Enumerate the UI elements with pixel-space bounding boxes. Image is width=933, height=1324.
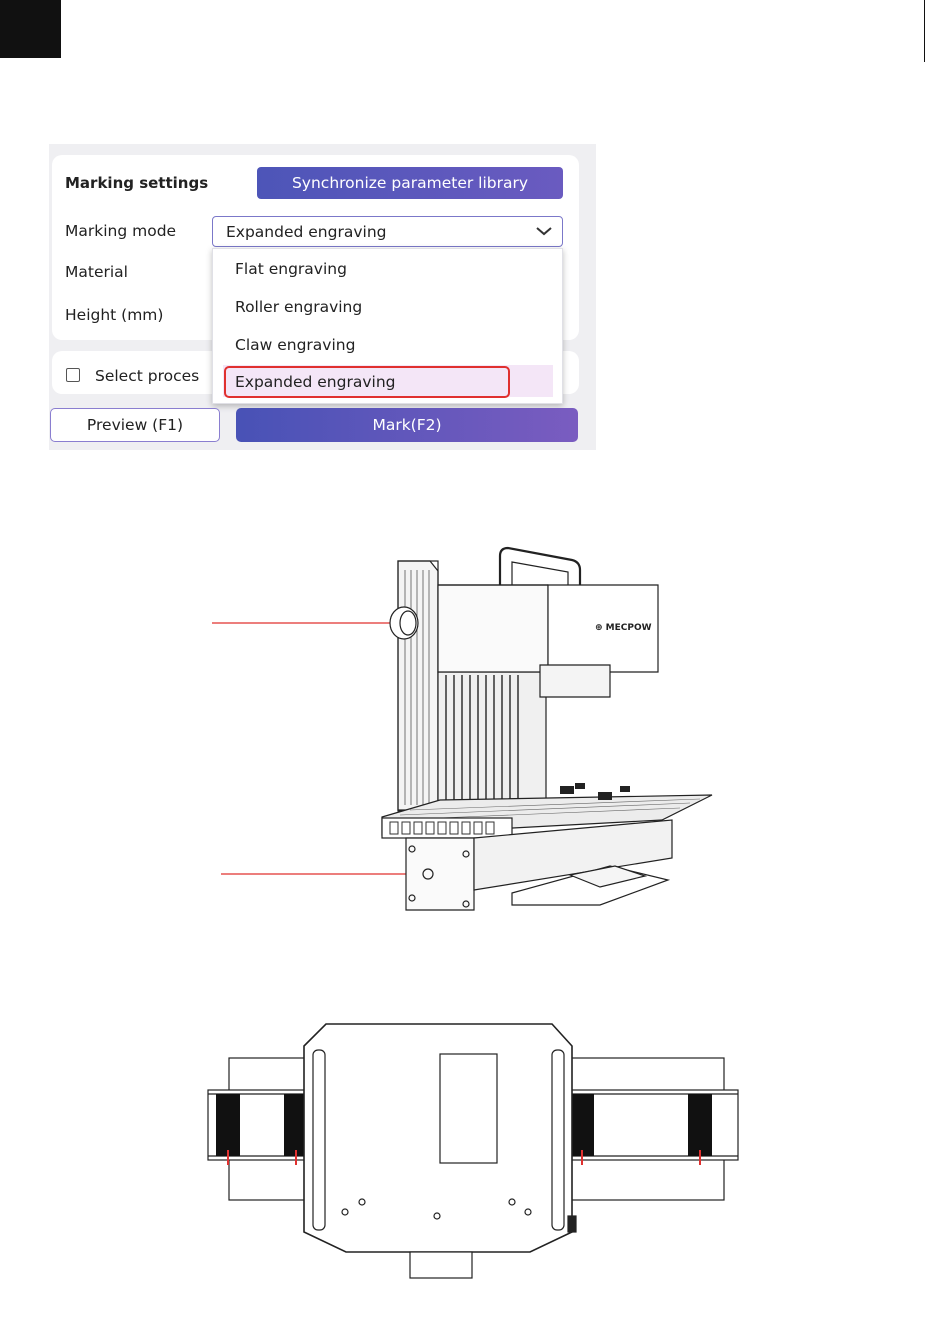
brand-logo-text: ⊕ MECPOW (595, 623, 652, 633)
laser-machine-top-view (207, 1023, 739, 1279)
machine-illustrations: ⊕ MECPOW (207, 546, 739, 1279)
laser-machine-side-view: ⊕ MECPOW (212, 546, 713, 911)
